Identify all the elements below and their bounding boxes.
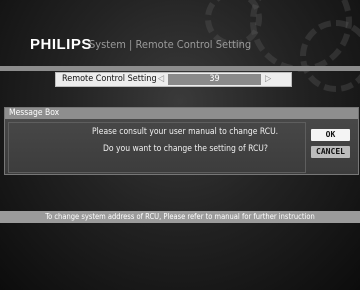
footer-hint: To change system address of RCU, Please … — [45, 212, 315, 221]
left-arrow-icon[interactable]: ◁ — [158, 73, 164, 86]
remote-control-setting-row[interactable]: Remote Control Setting ◁ 39 ▷ — [55, 72, 292, 87]
cancel-button[interactable]: CANCEL — [311, 146, 350, 158]
ok-button[interactable]: OK — [311, 129, 350, 141]
brand-logo: PHILIPS — [30, 36, 92, 53]
setting-label: Remote Control Setting — [62, 74, 157, 84]
tv-screen: PHILIPS System | Remote Control Setting … — [0, 0, 360, 290]
footer-bar: To change system address of RCU, Please … — [0, 211, 360, 223]
breadcrumb: System | Remote Control Setting — [89, 38, 252, 51]
right-arrow-icon[interactable]: ▷ — [265, 73, 271, 86]
setting-slider[interactable]: 39 — [168, 74, 261, 85]
setting-value: 39 — [209, 74, 220, 84]
message-box-title: Message Box — [5, 108, 358, 119]
header: PHILIPS System | Remote Control Setting — [0, 0, 360, 70]
header-divider — [0, 66, 360, 71]
message-box: Message Box Please consult your user man… — [4, 107, 359, 175]
